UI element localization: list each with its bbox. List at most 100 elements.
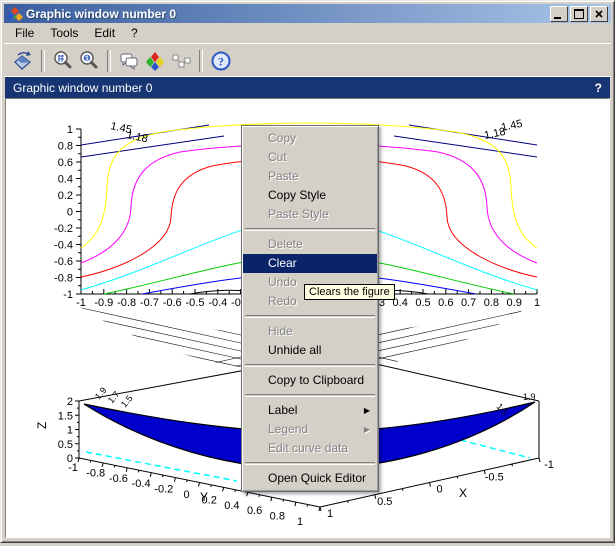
menu-item-copy-to-clipboard[interactable]: Copy to Clipboard <box>243 371 377 390</box>
y3d-tick-label: -1 <box>68 462 78 474</box>
y-axis-label: Y <box>200 490 208 504</box>
y3d-tick-label: 0 <box>183 489 189 501</box>
menu-item-open-quick-editor[interactable]: Open Quick Editor <box>243 469 377 488</box>
z-axis-label: Z <box>35 422 49 429</box>
z-tick-label: 1.5 <box>58 410 73 422</box>
scilab-app-icon <box>7 6 23 22</box>
x-tick-label: -0.7 <box>140 297 159 309</box>
datatip-button[interactable] <box>168 48 194 74</box>
zoom-area-icon <box>52 50 74 72</box>
titlebar: Graphic window number 0 <box>4 4 611 23</box>
x-tick-label: 0.4 <box>393 297 408 309</box>
menu-item-legend[interactable]: Legend▶ <box>243 420 377 439</box>
y3d-tick-label: -0.6 <box>109 473 128 485</box>
menu-item-paste[interactable]: Paste <box>243 167 377 186</box>
maximize-button[interactable] <box>570 6 588 22</box>
x-tick-label: 0.8 <box>484 297 499 309</box>
y3d-tick-label: 0.4 <box>224 500 239 512</box>
menu-separator <box>245 315 375 318</box>
svg-text:1: 1 <box>85 55 89 62</box>
x-tick-label: -0.4 <box>208 297 227 309</box>
y-tick-label: 0.6 <box>58 157 73 169</box>
surface-level-label: 1.9 <box>523 392 536 402</box>
x3d-tick-label: -0.5 <box>485 471 504 483</box>
menu-item-edit-curve-data[interactable]: Edit curve data <box>243 439 377 458</box>
menu-item-paste-style[interactable]: Paste Style <box>243 205 377 224</box>
menu-item-clear[interactable]: Clear <box>243 254 377 273</box>
zoom-reset-button[interactable]: 1 <box>76 48 102 74</box>
y-tick-label: 0.2 <box>58 190 73 202</box>
menu-item-unhide-all[interactable]: Unhide all <box>243 341 377 360</box>
submenu-arrow-icon: ▶ <box>364 420 370 439</box>
z-tick-label: 2 <box>67 396 73 408</box>
y-tick-label: -0.4 <box>54 240 73 252</box>
x3d-tick-label: 0 <box>436 484 442 496</box>
x-tick-label: -1 <box>76 297 86 309</box>
menu-separator <box>245 462 375 465</box>
y3d-tick-label: 1 <box>297 516 303 528</box>
menu-item-copy[interactable]: Copy <box>243 129 377 148</box>
help-button[interactable]: ? <box>208 48 234 74</box>
x-tick-label: -0.9 <box>94 297 113 309</box>
menu-separator <box>245 228 375 231</box>
x-tick-label: 0.6 <box>438 297 453 309</box>
toolbar-separator <box>107 50 111 72</box>
y-tick-label: -0.6 <box>54 256 73 268</box>
zoom-area-button[interactable] <box>50 48 76 74</box>
x-tick-label: 0.5 <box>415 297 430 309</box>
menu-item-hide[interactable]: Hide <box>243 322 377 341</box>
close-icon <box>595 10 603 18</box>
svg-text:?: ? <box>218 54 224 68</box>
close-button[interactable] <box>590 6 608 22</box>
menubar-item-[interactable]: ? <box>123 24 146 42</box>
toolbar-separator <box>41 50 45 72</box>
colormap-icon <box>144 50 166 72</box>
menu-separator <box>245 364 375 367</box>
y3d-tick-label: 0.6 <box>247 505 262 517</box>
x3d-tick-label: -1 <box>544 459 554 471</box>
z-tick-label: 0.5 <box>58 439 73 451</box>
datatip-icon <box>170 50 192 72</box>
toolbar-separator <box>199 50 203 72</box>
x3d-tick-label: 0.5 <box>377 496 392 508</box>
menu-item-delete[interactable]: Delete <box>243 235 377 254</box>
minimize-icon <box>554 17 561 19</box>
z-tick-label: 1 <box>67 425 73 437</box>
graphic-window: Graphic window number 0 FileToolsEdit? <box>0 0 615 543</box>
y-tick-label: 1 <box>67 124 73 136</box>
rotate-icon <box>12 50 34 72</box>
colormap-button[interactable] <box>142 48 168 74</box>
ged-editor-button[interactable] <box>116 48 142 74</box>
menu-item-copy-style[interactable]: Copy Style <box>243 186 377 205</box>
x-tick-label: -0.6 <box>163 297 182 309</box>
figure-info-bar: Graphic window number 0 ? <box>5 77 610 98</box>
infobar-help-link[interactable]: ? <box>595 81 602 95</box>
menubar-item-tools[interactable]: Tools <box>42 24 86 42</box>
y-tick-label: 0 <box>67 207 73 219</box>
context-menu: CopyCutPasteCopy StylePaste StyleDeleteC… <box>241 125 379 492</box>
toolbar: 1 <box>4 43 611 77</box>
menu-item-cut[interactable]: Cut <box>243 148 377 167</box>
figure-info-title: Graphic window number 0 <box>13 81 152 95</box>
tooltip: Clears the figure <box>304 284 395 300</box>
rotate-button[interactable] <box>10 48 36 74</box>
zoom-reset-icon: 1 <box>78 50 100 72</box>
x-tick-label: 0.7 <box>461 297 476 309</box>
x-tick-label: 0.9 <box>507 297 522 309</box>
y3d-tick-label: -0.4 <box>132 478 151 490</box>
y-tick-label: -1 <box>63 289 73 301</box>
menubar: FileToolsEdit? <box>4 23 611 43</box>
menubar-item-edit[interactable]: Edit <box>86 24 123 42</box>
y-tick-label: 0.4 <box>58 174 73 186</box>
x-axis-label: X <box>459 486 467 500</box>
menubar-item-file[interactable]: File <box>7 24 42 42</box>
menu-item-label[interactable]: Label▶ <box>243 401 377 420</box>
y3d-tick-label: 0.8 <box>270 511 285 523</box>
submenu-arrow-icon: ▶ <box>364 401 370 420</box>
minimize-button[interactable] <box>550 6 568 22</box>
maximize-icon <box>574 9 584 19</box>
x-tick-label: -0.5 <box>186 297 205 309</box>
y-tick-label: -0.8 <box>54 273 73 285</box>
y3d-tick-label: -0.8 <box>86 467 105 479</box>
x-tick-label: -0.8 <box>117 297 136 309</box>
